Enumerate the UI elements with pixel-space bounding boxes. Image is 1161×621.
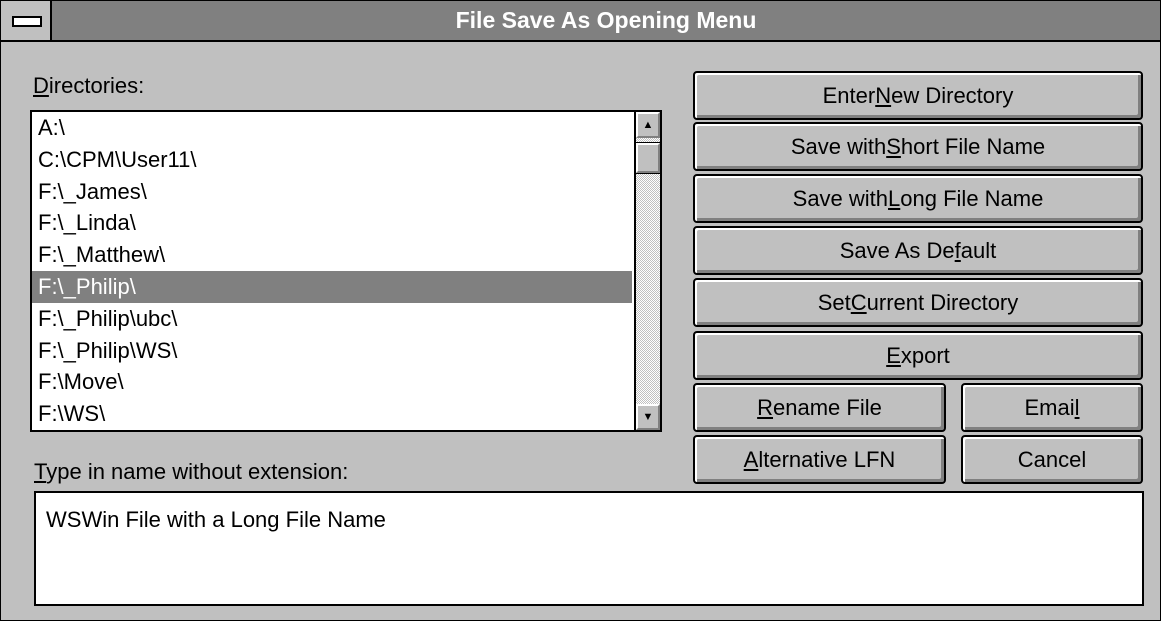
button-label-post: ew Directory [891, 82, 1014, 108]
system-menu-button[interactable] [1, 1, 52, 40]
button-label-pre: Emai [1024, 394, 1075, 420]
button-label-mnemonic: R [757, 394, 774, 420]
button-label-post: lternative LFN [758, 446, 896, 472]
button-label-pre: Save with [790, 133, 887, 159]
directories-scrollbar[interactable]: ▲ ▼ [634, 112, 661, 430]
button-label-post: urrent Directory [866, 289, 1019, 315]
directories-label-rest: irectories: [48, 73, 145, 98]
button-label-pre: Save with [792, 185, 889, 211]
directory-item[interactable]: A:\ [32, 112, 632, 144]
button-label-post: ault [960, 237, 997, 263]
button-label-mnemonic: E [886, 342, 901, 368]
export-button[interactable]: Export [693, 331, 1143, 380]
dialog-window: File Save As Opening Menu Directories: A… [0, 0, 1161, 621]
button-label-post: ong File Name [900, 185, 1044, 211]
button-label-mnemonic: A [743, 446, 759, 472]
save-short-file-name-button[interactable]: Save with Short File Name [693, 122, 1143, 171]
directories-label-mnemonic: D [33, 73, 49, 98]
file-name-input[interactable]: WSWin File with a Long File Name [34, 491, 1144, 606]
alternative-lfn-button[interactable]: Alternative LFN [693, 435, 946, 484]
scroll-thumb[interactable] [635, 142, 661, 174]
directories-label: Directories: [33, 73, 144, 99]
rename-file-button[interactable]: Rename File [693, 383, 946, 432]
scroll-up-button[interactable]: ▲ [636, 112, 660, 138]
directory-item[interactable]: F:\_Philip\ubc\ [32, 303, 632, 335]
enter-new-directory-button[interactable]: Enter New Directory [693, 71, 1143, 120]
button-label-mnemonic: N [875, 82, 892, 108]
scroll-down-button[interactable]: ▼ [636, 404, 660, 430]
directories-list[interactable]: A:\ C:\CPM\User11\ F:\_James\ F:\_Linda\… [32, 112, 632, 430]
button-label-pre: Save As De [839, 237, 955, 263]
button-label-mnemonic: l [1074, 394, 1080, 420]
window-title: File Save As Opening Menu [455, 7, 757, 33]
name-input-label-rest: ype in name without extension: [46, 459, 349, 484]
save-long-file-name-button[interactable]: Save with Long File Name [693, 174, 1143, 223]
cancel-button[interactable]: Cancel [961, 435, 1143, 484]
button-label-mnemonic: L [888, 185, 901, 211]
directory-item[interactable]: F:\_Linda\ [32, 207, 632, 239]
name-input-label-mnemonic: T [34, 459, 47, 484]
title-bar[interactable]: File Save As Opening Menu [1, 1, 1160, 42]
arrow-up-icon: ▲ [642, 119, 654, 131]
file-name-value: WSWin File with a Long File Name [46, 507, 386, 532]
directory-item[interactable]: F:\Move\ [32, 366, 632, 398]
button-label: Cancel [1017, 446, 1087, 472]
system-menu-icon [12, 16, 42, 27]
directory-item[interactable]: F:\_Philip\WS\ [32, 335, 632, 367]
button-label-pre: Set [817, 289, 851, 315]
button-label-post: hort File Name [900, 133, 1046, 159]
button-label-pre: Enter [822, 82, 876, 108]
directory-item-selected[interactable]: F:\_Philip\ [32, 270, 632, 303]
set-current-directory-button[interactable]: Set Current Directory [693, 278, 1143, 327]
directory-item[interactable]: F:\_Matthew\ [32, 239, 632, 271]
email-button[interactable]: Emai l [961, 383, 1143, 432]
arrow-down-icon: ▼ [642, 411, 654, 423]
save-as-default-button[interactable]: Save As De f ault [693, 226, 1143, 275]
name-input-label: Type in name without extension: [34, 459, 348, 485]
directory-item[interactable]: C:\CPM\User11\ [32, 144, 632, 176]
button-label-mnemonic: C [850, 289, 867, 315]
button-label-mnemonic: S [886, 133, 901, 159]
directories-listbox[interactable]: A:\ C:\CPM\User11\ F:\_James\ F:\_Linda\… [30, 110, 662, 432]
button-label-post: ename File [773, 394, 882, 420]
button-label-post: xport [900, 342, 950, 368]
directory-item[interactable]: F:\WS\ [32, 398, 632, 430]
directory-item[interactable]: F:\_James\ [32, 176, 632, 208]
